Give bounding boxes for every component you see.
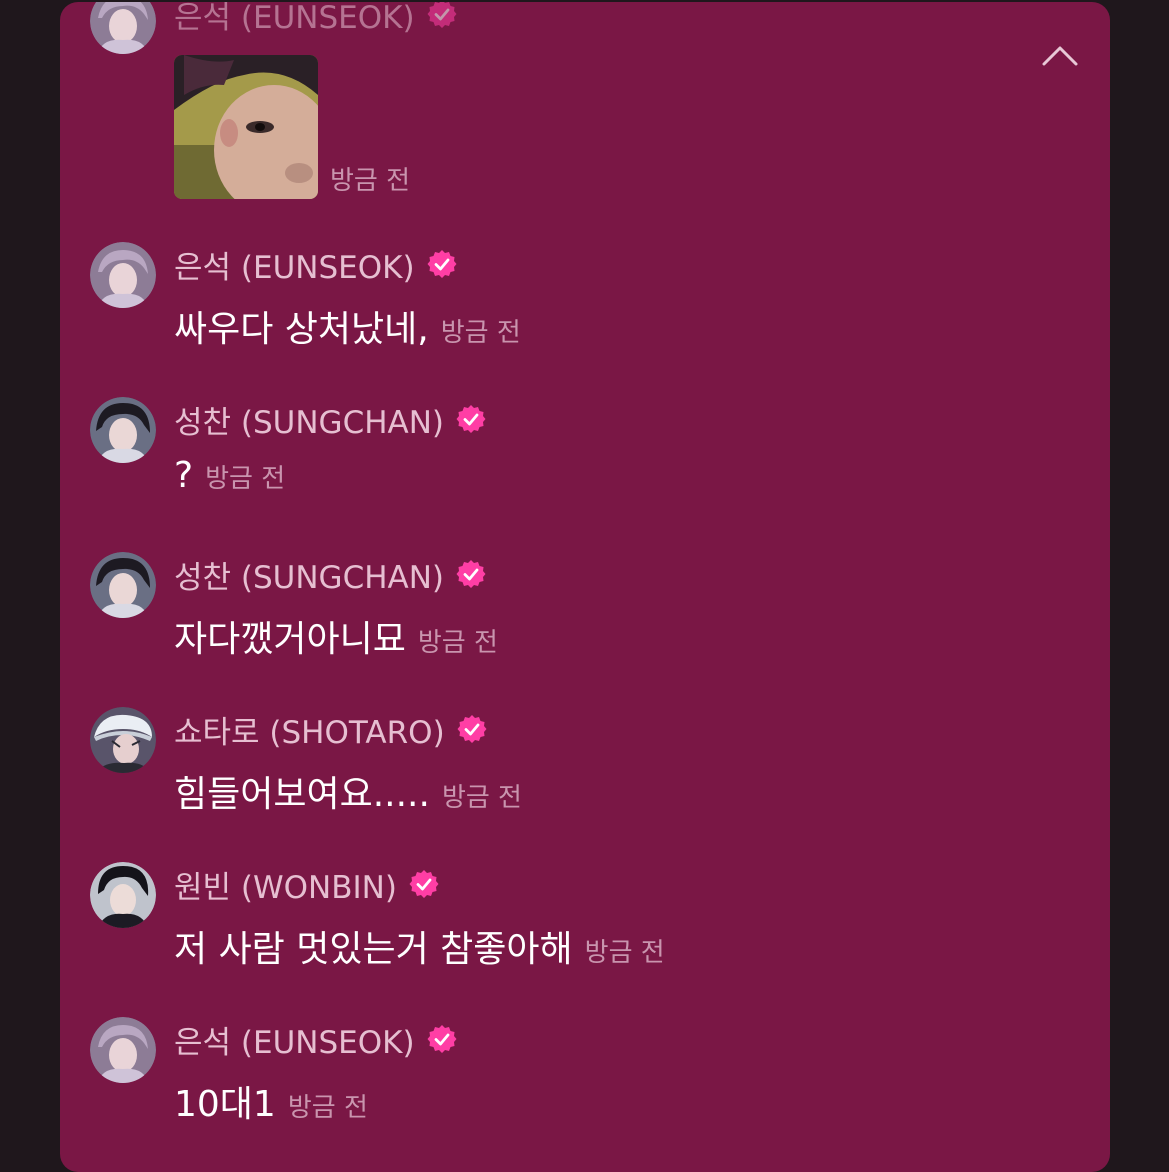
verified-badge-icon xyxy=(456,560,486,588)
eunseok-avatar xyxy=(90,242,156,308)
message-text: 저 사람 멋있는거 참좋아해 xyxy=(174,929,573,970)
message-item: 은석 (EUNSEOK) 방금 전 xyxy=(60,2,1110,199)
sender-name: 쇼타로 (SHOTARO) xyxy=(174,707,487,751)
timestamp: 방금 전 xyxy=(417,628,498,658)
avatar[interactable] xyxy=(90,397,156,463)
message-text: ? xyxy=(174,455,194,496)
message-body: 10대1 방금 전 xyxy=(174,1075,368,1125)
message-item: 쇼타로 (SHOTARO) 힘들어보여요..... 방금 전 xyxy=(60,707,1110,857)
avatar[interactable] xyxy=(90,707,156,773)
message-body: 싸우다 상처났네, 방금 전 xyxy=(174,300,521,350)
message-item: 은석 (EUNSEOK) 싸우다 상처났네, 방금 전 xyxy=(60,242,1110,392)
timestamp: 방금 전 xyxy=(330,166,411,196)
message-text: 힘들어보여요..... xyxy=(174,774,430,815)
sender-name: 은석 (EUNSEOK) xyxy=(174,2,457,36)
sender-name: 성찬 (SUNGCHAN) xyxy=(174,552,486,596)
message-item: 성찬 (SUNGCHAN) 자다깼거아니묘 방금 전 xyxy=(60,552,1110,702)
photo-attachment[interactable] xyxy=(174,55,318,199)
avatar[interactable] xyxy=(90,552,156,618)
sender-name: 은석 (EUNSEOK) xyxy=(174,1017,457,1061)
wonbin-avatar xyxy=(90,862,156,928)
message-text: 자다깼거아니묘 xyxy=(174,619,406,660)
message-body: 자다깼거아니묘 방금 전 xyxy=(174,610,498,660)
sungchan-avatar xyxy=(90,552,156,618)
timestamp: 방금 전 xyxy=(440,318,521,348)
avatar[interactable] xyxy=(90,1017,156,1083)
timestamp: 방금 전 xyxy=(584,938,665,968)
verified-badge-icon xyxy=(409,870,439,898)
sender-name: 은석 (EUNSEOK) xyxy=(174,242,457,286)
verified-badge-icon xyxy=(427,250,457,278)
message-item: 원빈 (WONBIN) 저 사람 멋있는거 참좋아해 방금 전 xyxy=(60,862,1110,1012)
verified-badge-icon xyxy=(456,405,486,433)
verified-badge-icon xyxy=(427,2,457,28)
avatar[interactable] xyxy=(90,862,156,928)
shotaro-avatar xyxy=(90,707,156,773)
sender-name: 원빈 (WONBIN) xyxy=(174,862,439,906)
eunseok-avatar xyxy=(90,2,156,54)
message-body: 저 사람 멋있는거 참좋아해 방금 전 xyxy=(174,920,665,970)
message-text: 10대1 xyxy=(174,1084,276,1125)
timestamp: 방금 전 xyxy=(205,464,286,494)
verified-badge-icon xyxy=(457,715,487,743)
timestamp: 방금 전 xyxy=(287,1093,368,1123)
verified-badge-icon xyxy=(427,1025,457,1053)
avatar[interactable] xyxy=(90,2,156,54)
chat-panel: 은석 (EUNSEOK) 방금 전 은석 (EUNSEOK) 싸우다 상처났네,… xyxy=(60,2,1110,1172)
avatar[interactable] xyxy=(90,242,156,308)
message-body: ? 방금 전 xyxy=(174,455,285,505)
message-item: 성찬 (SUNGCHAN) ? 방금 전 xyxy=(60,397,1110,547)
eunseok-avatar xyxy=(90,1017,156,1083)
message-body: 힘들어보여요..... 방금 전 xyxy=(174,765,522,815)
message-text: 싸우다 상처났네, xyxy=(174,309,429,350)
photo-image xyxy=(174,55,318,199)
timestamp: 방금 전 xyxy=(441,783,522,813)
message-item: 은석 (EUNSEOK) 10대1 방금 전 xyxy=(60,1017,1110,1167)
sungchan-avatar xyxy=(90,397,156,463)
sender-name: 성찬 (SUNGCHAN) xyxy=(174,397,486,441)
